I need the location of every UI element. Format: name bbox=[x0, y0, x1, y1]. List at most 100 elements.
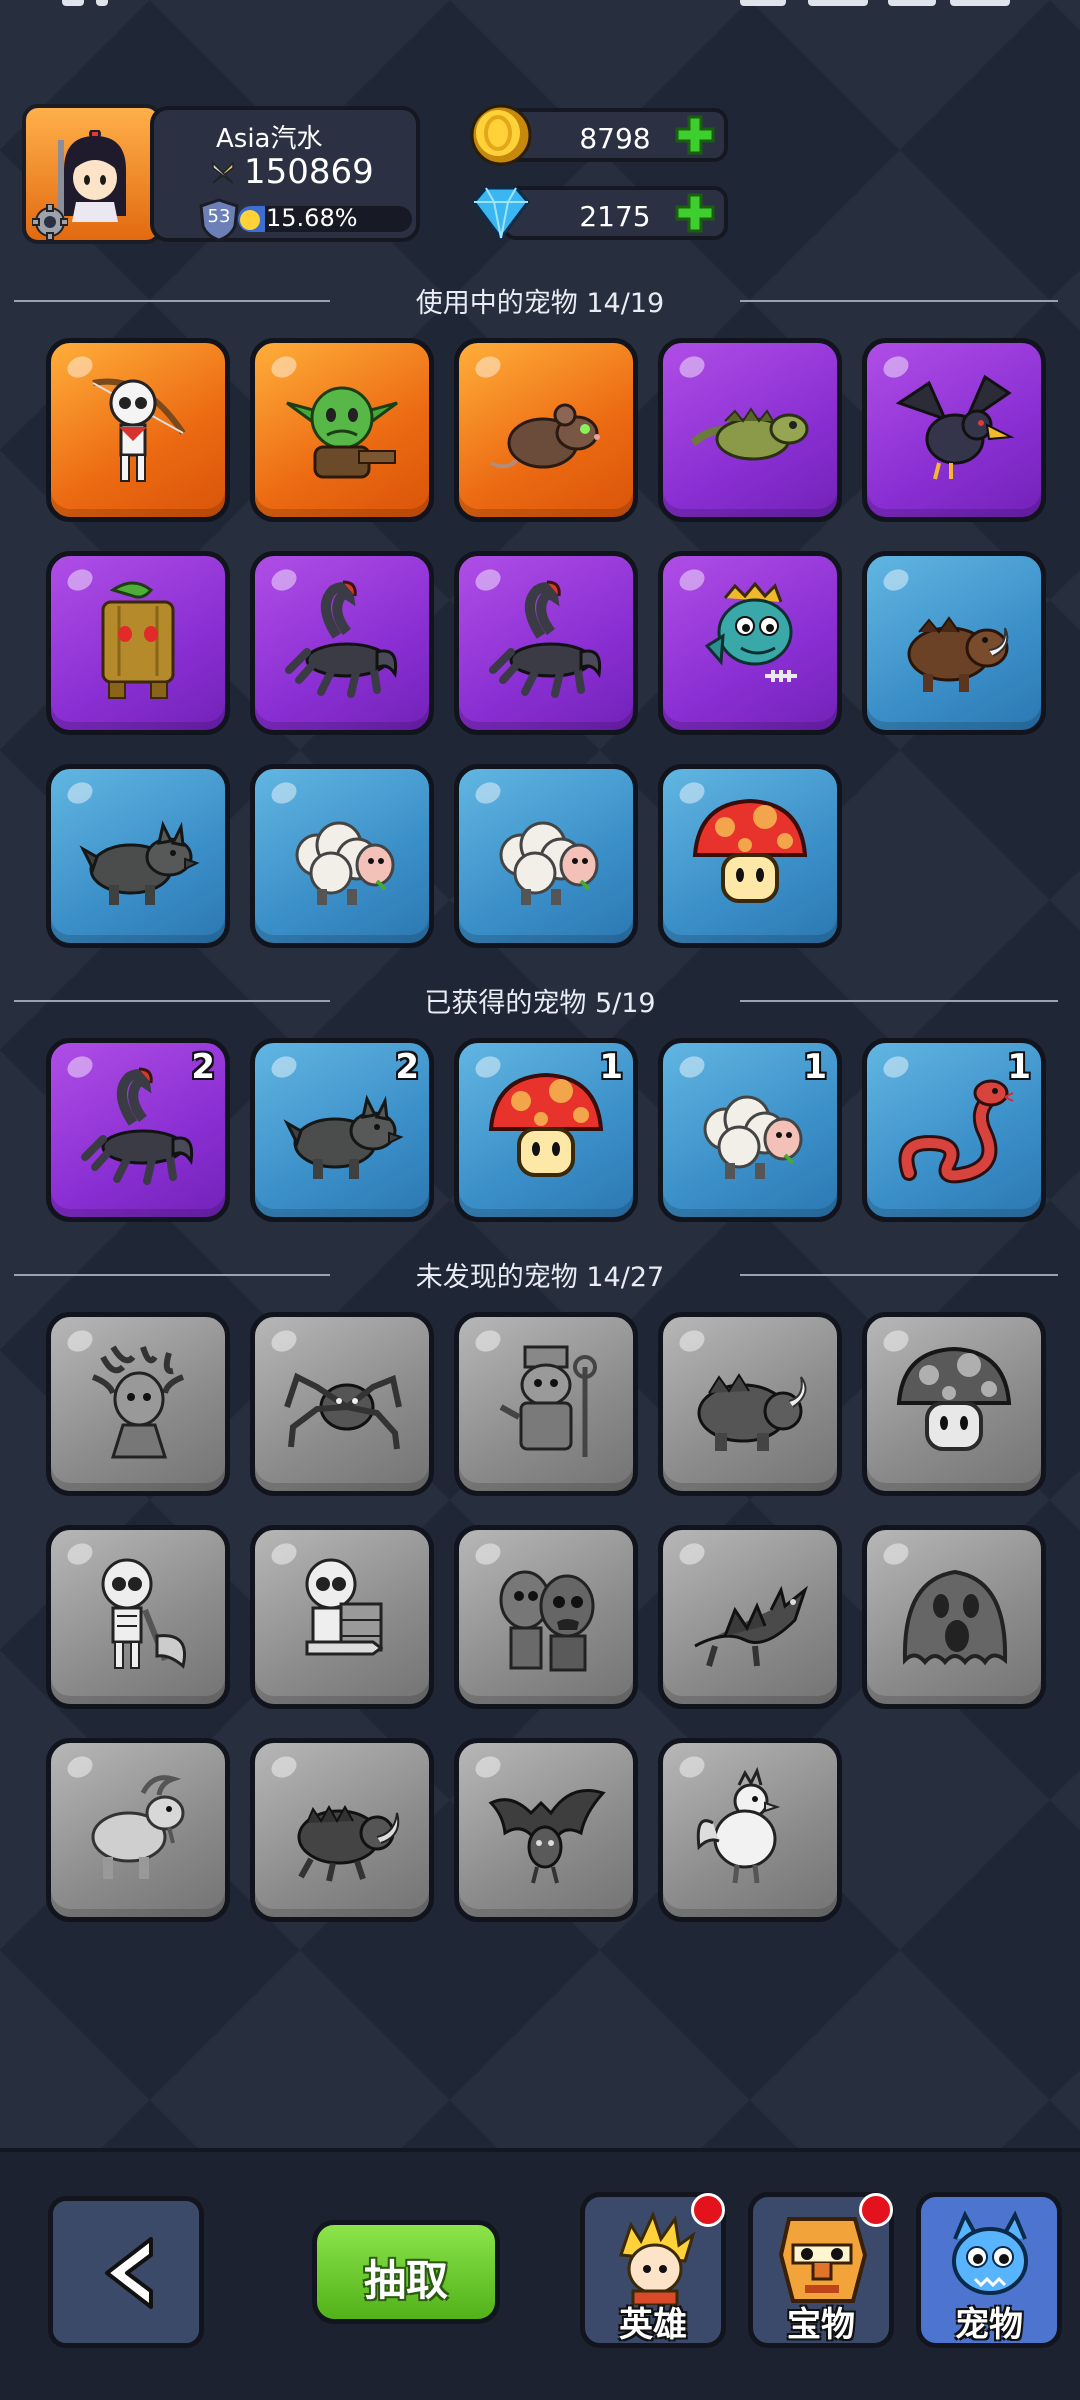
rooster-icon bbox=[696, 1766, 781, 1884]
gold-counter: 8798 bbox=[468, 104, 728, 166]
pet-count: 2 bbox=[395, 1047, 419, 1087]
wolf-icon bbox=[79, 820, 200, 905]
bat-icon bbox=[488, 1789, 606, 1884]
status-bar bbox=[0, 0, 1080, 14]
pet-tile[interactable]: 2 bbox=[250, 1038, 434, 1222]
pet-tile[interactable] bbox=[250, 1738, 434, 1922]
pet-tile[interactable] bbox=[454, 1525, 638, 1709]
gold-coin-icon bbox=[470, 104, 532, 166]
gem-amount: 2175 bbox=[579, 200, 651, 233]
add-gold-button[interactable] bbox=[674, 114, 716, 156]
combat-power-value: 150869 bbox=[244, 152, 374, 192]
xp-percent: 15.68% bbox=[266, 204, 358, 232]
medusa-icon bbox=[91, 1345, 185, 1459]
pet-count: 1 bbox=[599, 1047, 623, 1087]
boar-icon bbox=[907, 616, 1009, 692]
pet-tile[interactable] bbox=[46, 1312, 230, 1496]
gem-counter: 2175 bbox=[468, 182, 728, 244]
pet-icon bbox=[952, 2210, 1028, 2295]
back-arrow-icon bbox=[105, 2237, 153, 2309]
pet-tile[interactable]: 1 bbox=[454, 1038, 638, 1222]
pet-tile[interactable] bbox=[46, 764, 230, 948]
dragon-icon bbox=[694, 1585, 809, 1667]
nav-treasure-mask-button[interactable]: 宝物 bbox=[748, 2192, 894, 2348]
nav-label: 宝物 bbox=[787, 2305, 855, 2345]
pet-tile[interactable] bbox=[250, 1312, 434, 1496]
pet-tile[interactable] bbox=[862, 1525, 1046, 1709]
notification-badge bbox=[859, 2193, 893, 2227]
pet-count: 2 bbox=[191, 1047, 215, 1087]
section-header-in-use: 使用中的宠物 14/19 bbox=[0, 281, 1080, 321]
pet-tile[interactable] bbox=[454, 338, 638, 522]
pet-tile[interactable] bbox=[250, 551, 434, 735]
player-level: 53 bbox=[207, 206, 231, 227]
pet-tile[interactable] bbox=[658, 764, 842, 948]
pet-tile[interactable] bbox=[658, 551, 842, 735]
beetle-icon bbox=[297, 1804, 400, 1882]
fish-monster-icon bbox=[704, 581, 797, 682]
pet-tile[interactable] bbox=[454, 1312, 638, 1496]
gear-icon[interactable] bbox=[32, 204, 68, 240]
combat-power-icon bbox=[212, 161, 234, 184]
nav-label: 英雄 bbox=[619, 2305, 687, 2345]
skeleton-archer-icon bbox=[92, 378, 186, 482]
pet-tile[interactable]: 1 bbox=[862, 1038, 1046, 1222]
avatar[interactable] bbox=[22, 104, 162, 244]
mushroom-icon bbox=[692, 798, 808, 903]
wolf-icon bbox=[283, 1094, 404, 1179]
skeleton-shield-icon bbox=[305, 1558, 384, 1656]
zombie-pair-icon bbox=[499, 1570, 595, 1672]
pet-tile[interactable] bbox=[658, 338, 842, 522]
hero-icon bbox=[618, 2210, 696, 2305]
player-profile[interactable]: Asia汽水 150869 53 15.68% bbox=[22, 104, 420, 244]
pet-tile[interactable] bbox=[862, 338, 1046, 522]
section-header-obtained: 已获得的宠物 5/19 bbox=[0, 981, 1080, 1021]
pet-tile[interactable] bbox=[250, 764, 434, 948]
pet-count: 1 bbox=[1007, 1047, 1031, 1087]
scorpion-icon bbox=[81, 1067, 194, 1185]
slime-ghost-icon bbox=[902, 1569, 1008, 1666]
notification-badge bbox=[691, 2193, 725, 2227]
pet-tile[interactable] bbox=[862, 1312, 1046, 1496]
mushroom-icon bbox=[896, 1346, 1012, 1451]
pet-count: 1 bbox=[803, 1047, 827, 1087]
crow-icon bbox=[895, 374, 1015, 480]
section-title: 已获得的宠物 5/19 bbox=[424, 988, 656, 1019]
draw-button[interactable]: 抽取 bbox=[312, 2220, 500, 2324]
pet-tile[interactable] bbox=[46, 551, 230, 735]
pet-tile[interactable] bbox=[658, 1312, 842, 1496]
pet-tile[interactable] bbox=[862, 551, 1046, 735]
sheep-icon bbox=[703, 1095, 803, 1179]
spider-icon bbox=[284, 1372, 402, 1450]
pet-tile[interactable] bbox=[46, 338, 230, 522]
scorpion-icon bbox=[285, 580, 398, 698]
pet-tile[interactable] bbox=[454, 1738, 638, 1922]
nav-pet-button[interactable]: 宠物 bbox=[916, 2192, 1062, 2348]
pet-tile[interactable]: 1 bbox=[658, 1038, 842, 1222]
pet-tile[interactable] bbox=[46, 1738, 230, 1922]
diamond-icon bbox=[472, 186, 530, 241]
sheep-icon bbox=[499, 821, 599, 905]
section-title: 未发现的宠物 14/27 bbox=[415, 1262, 665, 1293]
pet-tile[interactable] bbox=[658, 1525, 842, 1709]
pet-tile[interactable] bbox=[454, 551, 638, 735]
shaman-icon bbox=[499, 1345, 597, 1457]
rat-icon bbox=[490, 403, 600, 469]
mushroom-icon bbox=[488, 1072, 604, 1177]
pet-tile[interactable] bbox=[658, 1738, 842, 1922]
treant-stump-icon bbox=[101, 581, 175, 699]
add-gem-button[interactable] bbox=[674, 192, 716, 234]
pet-tile[interactable] bbox=[250, 338, 434, 522]
section-header-undiscovered: 未发现的宠物 14/27 bbox=[0, 1255, 1080, 1295]
profile-card: Asia汽水 150869 53 15.68% bbox=[150, 106, 420, 242]
treasure-mask-icon bbox=[778, 2217, 868, 2303]
nav-hero-button[interactable]: 英雄 bbox=[580, 2192, 726, 2348]
rhino-beast-icon bbox=[697, 1373, 807, 1451]
sheep-icon bbox=[295, 821, 395, 905]
pet-tile[interactable]: 2 bbox=[46, 1038, 230, 1222]
skeleton-axe-icon bbox=[101, 1558, 186, 1669]
back-button[interactable] bbox=[48, 2196, 204, 2348]
pet-tile[interactable] bbox=[250, 1525, 434, 1709]
pet-tile[interactable] bbox=[454, 764, 638, 948]
pet-tile[interactable] bbox=[46, 1525, 230, 1709]
